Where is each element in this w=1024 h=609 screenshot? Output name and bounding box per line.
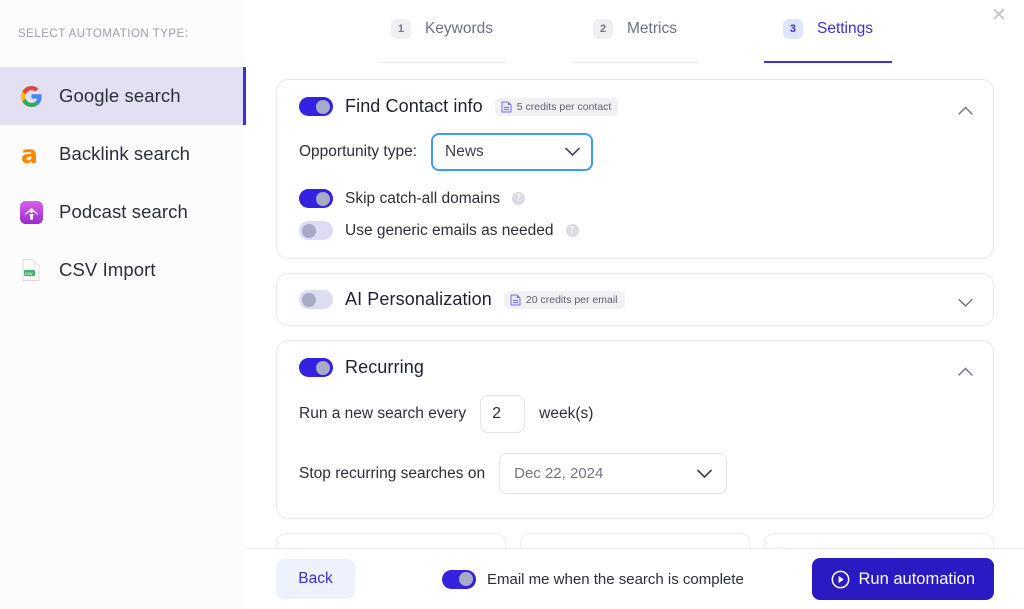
toggle-knob: [459, 572, 473, 586]
svg-text:csv: csv: [25, 272, 33, 277]
sidebar-list: Google search a Backlink search Podcast …: [0, 67, 246, 299]
toggle-knob: [316, 99, 330, 114]
additional-options-row: [276, 533, 994, 548]
credit-doc-icon: [501, 101, 512, 112]
opportunity-type-select[interactable]: News: [431, 133, 594, 171]
sidebar-item-backlink-search[interactable]: a Backlink search: [0, 125, 246, 183]
find-contact-info-toggle[interactable]: [299, 97, 333, 116]
ahrefs-icon: a: [18, 141, 44, 167]
run-automation-label: Run automation: [858, 569, 976, 588]
generic-emails-toggle[interactable]: [299, 221, 333, 240]
generic-emails-label: Use generic emails as needed: [345, 221, 554, 239]
credits-badge-text: 5 credits per contact: [516, 100, 612, 113]
stop-recurring-label: Stop recurring searches on: [299, 464, 486, 482]
recurring-interval-input[interactable]: 2: [480, 395, 526, 433]
recurring-card: Recurring Run a new search every 2 week(…: [276, 340, 994, 519]
run-every-unit: week(s): [539, 405, 594, 422]
chevron-up-icon[interactable]: [957, 363, 973, 379]
skip-catchall-label: Skip catch-all domains: [345, 189, 501, 207]
run-every-label: Run a new search every: [299, 405, 467, 422]
sidebar-item-label: Backlink search: [59, 143, 191, 164]
help-icon[interactable]: ?: [565, 224, 579, 237]
toggle-knob: [302, 223, 316, 238]
play-circle-icon: [831, 570, 850, 589]
card-title: Find Contact info: [345, 96, 483, 116]
settings-scroll-area: Find Contact info 5 credits per contact …: [246, 63, 1024, 548]
sidebar: SELECT AUTOMATION TYPE: Google search a: [0, 0, 246, 609]
stop-recurring-date-value: Dec 22, 2024: [514, 465, 604, 482]
chevron-up-icon[interactable]: [957, 102, 973, 118]
chevron-down-icon[interactable]: [957, 294, 973, 310]
toggle-knob: [302, 292, 316, 307]
opportunity-type-label: Opportunity type:: [299, 143, 418, 160]
csv-file-icon: csv: [18, 257, 44, 283]
email-notify-label: Email me when the search is complete: [487, 570, 744, 588]
main-panel: ✕ 1 Keywords 2 Metrics 3 Settings Find C…: [246, 0, 1024, 609]
sidebar-item-label: Google search: [59, 85, 181, 106]
credits-badge: 5 credits per contact: [494, 97, 619, 116]
step-label: Settings: [816, 20, 873, 37]
card-title: AI Personalization: [345, 289, 492, 309]
step-label: Metrics: [627, 20, 677, 37]
chevron-down-icon: [565, 143, 580, 161]
sidebar-item-label: CSV Import: [59, 259, 156, 280]
wizard-stepper: 1 Keywords 2 Metrics 3 Settings: [246, 0, 1024, 63]
ai-personalization-card: AI Personalization 20 credits per email: [276, 273, 994, 326]
sidebar-heading: SELECT AUTOMATION TYPE:: [18, 28, 189, 40]
step-number: 2: [593, 19, 614, 39]
email-notify-group: Email me when the search is complete: [442, 569, 744, 589]
tab-metrics[interactable]: 2 Metrics: [561, 14, 709, 63]
sidebar-item-google-search[interactable]: Google search: [0, 67, 246, 125]
toggle-knob: [316, 360, 330, 375]
toggle-knob: [316, 191, 330, 206]
card-title: Recurring: [345, 357, 424, 377]
additional-option-card[interactable]: [764, 533, 994, 548]
find-contact-info-card: Find Contact info 5 credits per contact …: [276, 79, 994, 259]
footer-bar: Back Email me when the search is complet…: [246, 548, 1024, 609]
opportunity-type-value: News: [445, 143, 484, 160]
credits-badge-text: 20 credits per email: [525, 293, 618, 306]
run-automation-button[interactable]: Run automation: [811, 558, 994, 600]
help-icon[interactable]: ?: [512, 192, 526, 205]
podcast-icon: [18, 199, 44, 225]
automation-settings-window: SELECT AUTOMATION TYPE: Google search a: [0, 0, 1024, 609]
sidebar-item-csv-import[interactable]: csv CSV Import: [0, 241, 246, 299]
svg-text:a: a: [21, 141, 38, 167]
step-number: 1: [390, 19, 411, 39]
step-label: Keywords: [424, 20, 494, 37]
step-number: 3: [782, 19, 803, 39]
tab-settings[interactable]: 3 Settings: [754, 14, 902, 63]
credit-doc-icon: [510, 294, 521, 305]
chevron-down-icon: [697, 465, 712, 483]
back-button[interactable]: Back: [276, 559, 355, 599]
stop-recurring-date-select[interactable]: Dec 22, 2024: [499, 453, 728, 494]
additional-option-card[interactable]: [520, 533, 750, 548]
ai-personalization-toggle[interactable]: [299, 290, 333, 309]
skip-catchall-toggle[interactable]: [299, 189, 333, 208]
credits-badge: 20 credits per email: [503, 290, 625, 309]
sidebar-item-podcast-search[interactable]: Podcast search: [0, 183, 246, 241]
close-icon[interactable]: ✕: [986, 2, 1012, 28]
sidebar-item-label: Podcast search: [59, 201, 188, 222]
tab-keywords[interactable]: 1 Keywords: [368, 14, 516, 63]
email-notify-toggle[interactable]: [442, 569, 476, 589]
recurring-toggle[interactable]: [299, 358, 333, 377]
google-icon: [18, 83, 44, 109]
additional-option-card[interactable]: [276, 533, 506, 548]
